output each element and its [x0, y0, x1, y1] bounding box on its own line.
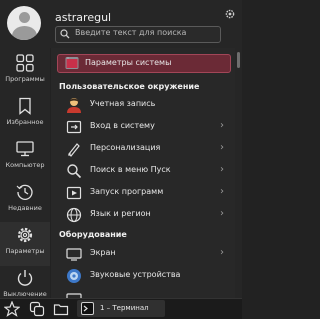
taskbar: 1 – Терминал — [0, 298, 242, 319]
list-item-label: Язык и регион — [90, 209, 151, 218]
sidebar-label: Недавние — [8, 204, 42, 212]
section-personal: Пользовательское окружение — [59, 82, 200, 91]
list-item-language[interactable]: Язык и регион › — [55, 204, 235, 225]
search-icon — [60, 29, 70, 39]
monitor-icon — [16, 141, 34, 157]
search-placeholder: Введите текст для поиска — [75, 28, 187, 37]
history-icon — [16, 184, 33, 200]
power-icon — [17, 270, 33, 286]
sidebar-label: Параметры — [5, 247, 45, 255]
list-item-sound[interactable]: Звуковые устройства — [55, 265, 235, 286]
list-item-account[interactable]: Учетная запись — [55, 94, 235, 115]
chevron-right-icon: › — [220, 142, 224, 153]
chevron-right-icon: › — [220, 208, 224, 219]
sidebar-label: Компьютер — [5, 161, 45, 169]
settings-list: Параметры системы Пользовательское окруж… — [51, 48, 235, 298]
avatar[interactable] — [7, 6, 41, 40]
sidebar-item-computer[interactable]: Компьютер — [0, 136, 50, 180]
audio-device-icon — [67, 269, 81, 283]
chevron-right-icon: › — [220, 164, 224, 175]
settings-small-icon[interactable] — [224, 8, 236, 20]
chevron-right-icon: › — [220, 247, 224, 258]
list-item-label: Персонализация — [90, 143, 161, 152]
username: astraregul — [55, 11, 112, 24]
list-item-label: Звуковые устройства — [90, 270, 181, 279]
section-hardware: Оборудование — [59, 230, 127, 239]
control-panel-icon — [65, 57, 79, 69]
display-icon — [66, 248, 82, 261]
sidebar-label: Избранное — [6, 118, 44, 126]
windows-switch-icon[interactable] — [29, 301, 45, 317]
user-icon — [67, 98, 81, 113]
list-item-personalization[interactable]: Персонализация › — [55, 138, 235, 159]
scrollbar-thumb[interactable] — [237, 52, 240, 68]
autostart-icon — [66, 186, 82, 200]
sidebar-item-recent[interactable]: Недавние — [0, 179, 50, 223]
chevron-right-icon: › — [220, 120, 224, 131]
list-item-label: Экран — [90, 248, 116, 257]
list-item-autostart[interactable]: Запуск программ › — [55, 182, 235, 203]
system-settings-item[interactable]: Параметры системы — [57, 54, 231, 73]
file-manager-icon[interactable] — [53, 301, 69, 317]
keyboard-icon — [66, 293, 82, 298]
brush-icon — [68, 143, 80, 157]
sidebar-item-settings[interactable]: Параметры — [0, 222, 50, 266]
bookmark-icon — [19, 97, 31, 115]
list-item-label: Вход в систему — [90, 121, 155, 130]
taskbar-terminal-label: 1 – Терминал — [100, 304, 149, 312]
list-item-label: Учетная запись — [90, 99, 156, 108]
search-icon — [67, 164, 82, 179]
grid-icon — [16, 54, 34, 72]
header: astraregul Введите текст для поиска — [0, 0, 242, 48]
sidebar: Программы Избранное Компьютер Недавние П… — [0, 48, 50, 298]
scrollbar[interactable] — [235, 48, 242, 298]
login-icon — [66, 120, 82, 134]
taskbar-terminal[interactable]: 1 – Терминал — [77, 300, 165, 317]
chevron-right-icon: › — [220, 186, 224, 197]
sidebar-label: Выключение — [3, 290, 47, 298]
list-item-login[interactable]: Вход в систему › — [55, 116, 235, 137]
sidebar-label: Программы — [5, 75, 45, 83]
list-item-label: Поиск в меню Пуск — [90, 165, 171, 174]
system-settings-label: Параметры системы — [85, 58, 172, 67]
search-input[interactable]: Введите текст для поиска — [55, 26, 221, 43]
list-item-partial[interactable] — [55, 287, 235, 298]
list-item-label: Запуск программ — [90, 187, 164, 196]
list-item-screen[interactable]: Экран › — [55, 243, 235, 264]
sidebar-item-programs[interactable]: Программы — [0, 50, 50, 94]
start-menu-star-icon[interactable] — [4, 301, 20, 317]
sidebar-item-favorites[interactable]: Избранное — [0, 93, 50, 137]
globe-icon — [66, 207, 82, 223]
list-item-start-search[interactable]: Поиск в меню Пуск › — [55, 160, 235, 181]
terminal-icon — [81, 302, 94, 315]
gear-icon — [17, 227, 33, 243]
